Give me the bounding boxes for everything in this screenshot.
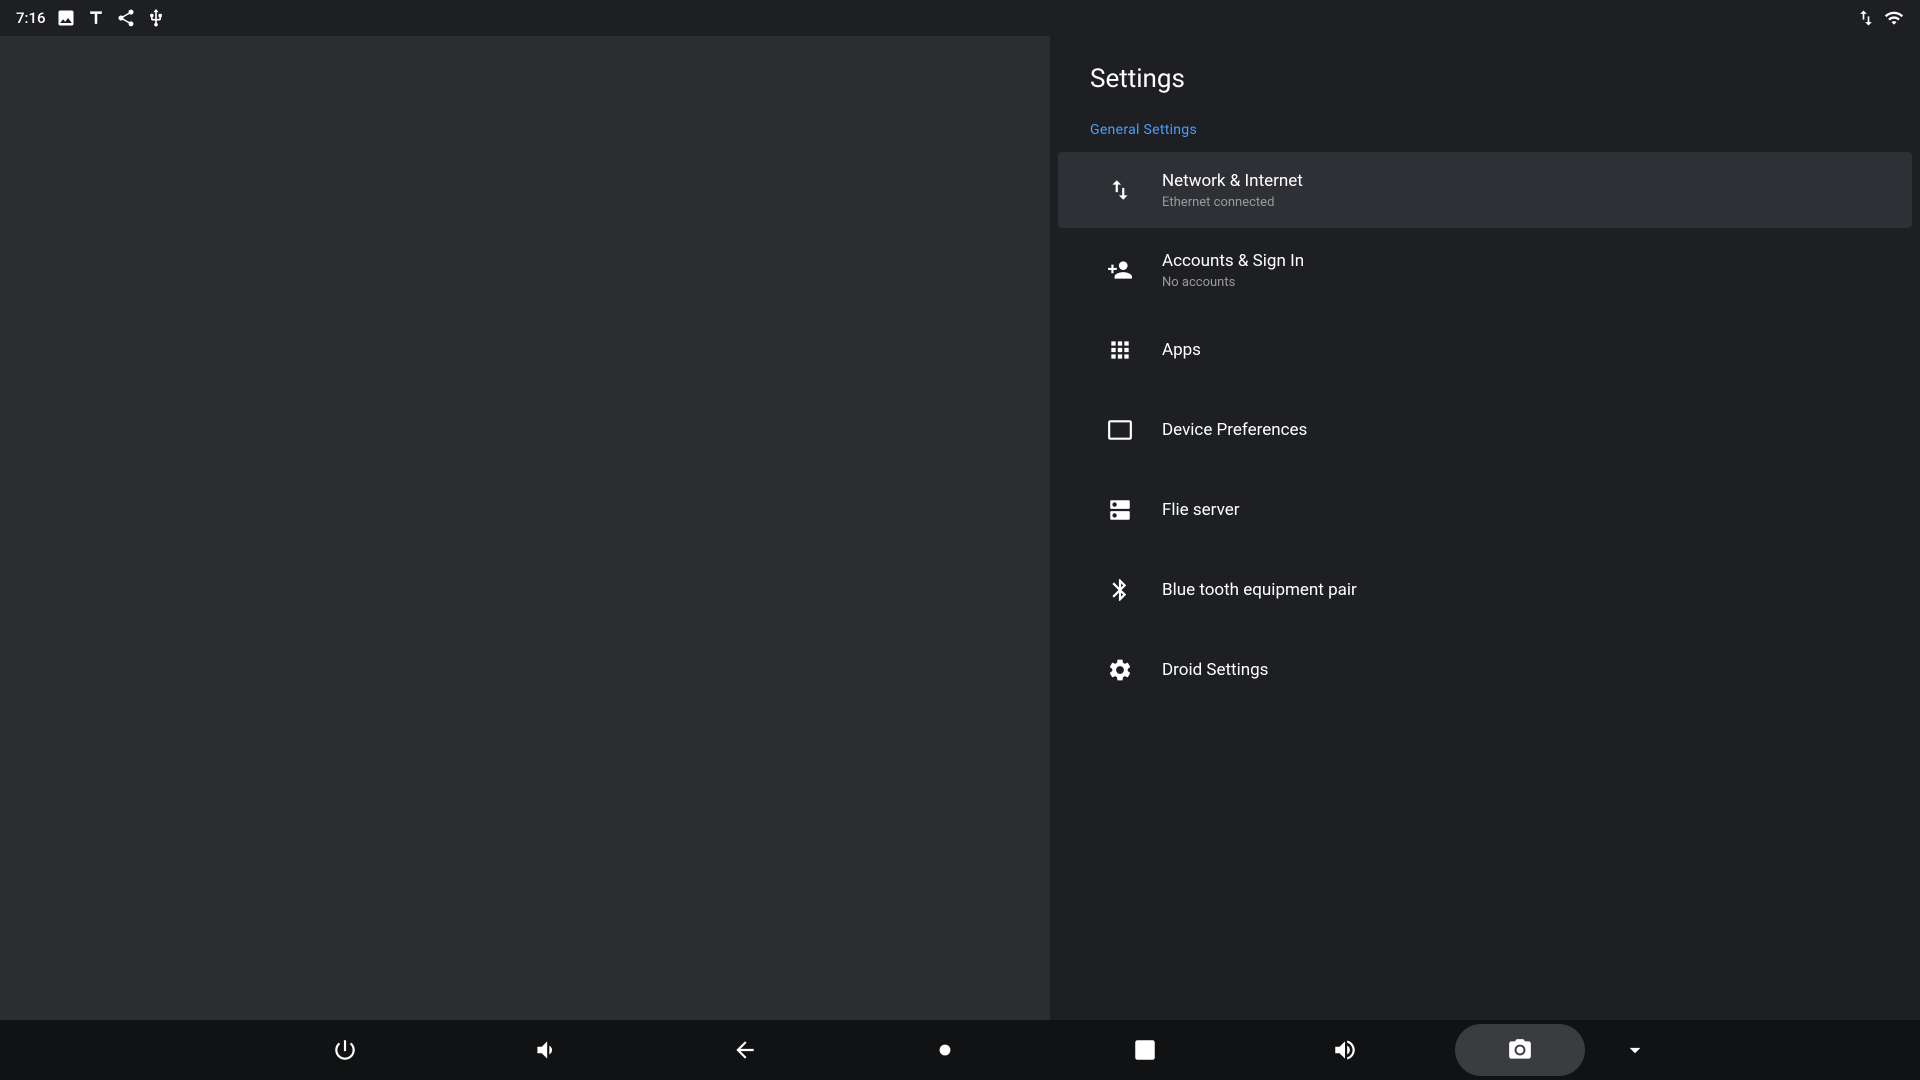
settings-item-accounts[interactable]: Accounts & Sign In No accounts [1058,232,1912,308]
bluetooth-icon [1098,568,1142,612]
power-button[interactable] [245,1020,445,1080]
apps-item-text: Apps [1162,339,1201,361]
device-item-text: Device Preferences [1162,419,1307,441]
stop-button[interactable] [1045,1020,1245,1080]
device-item-title: Device Preferences [1162,419,1307,441]
apps-icon [1098,328,1142,372]
signal-icon [1884,8,1904,28]
share-icon [116,8,136,28]
droid-item-title: Droid Settings [1162,659,1268,681]
bluetooth-item-title: Blue tooth equipment pair [1162,579,1357,601]
accounts-icon [1098,248,1142,292]
accounts-item-text: Accounts & Sign In No accounts [1162,250,1304,290]
network-item-text: Network & Internet Ethernet connected [1162,170,1303,210]
bluetooth-item-text: Blue tooth equipment pair [1162,579,1357,601]
device-icon [1098,408,1142,452]
accounts-item-title: Accounts & Sign In [1162,250,1304,272]
droid-item-text: Droid Settings [1162,659,1268,681]
main-area [0,36,1050,1040]
status-left: 7:16 [16,8,166,28]
fileserver-item-title: Flie server [1162,499,1240,521]
nav-bar [0,1020,1920,1080]
network-item-subtitle: Ethernet connected [1162,195,1303,210]
settings-item-apps[interactable]: Apps [1058,312,1912,388]
settings-item-fileserver[interactable]: Flie server [1058,472,1912,548]
dropdown-button[interactable] [1595,1020,1675,1080]
fileserver-item-text: Flie server [1162,499,1240,521]
gallery-icon [56,8,76,28]
camera-button[interactable] [1455,1024,1585,1076]
accounts-item-subtitle: No accounts [1162,275,1304,290]
fileserver-icon [1098,488,1142,532]
usb-icon [146,8,166,28]
settings-item-device[interactable]: Device Preferences [1058,392,1912,468]
settings-item-network[interactable]: Network & Internet Ethernet connected [1058,152,1912,228]
settings-panel: Settings General Settings Network & Inte… [1050,36,1920,1040]
network-icon [1098,168,1142,212]
general-settings-label: General Settings [1050,114,1920,150]
volume-down-button[interactable] [445,1020,645,1080]
time-display: 7:16 [16,9,46,27]
back-button[interactable] [645,1020,845,1080]
network-arrows-icon [1856,8,1876,28]
settings-item-bluetooth[interactable]: Blue tooth equipment pair [1058,552,1912,628]
volume-up-button[interactable] [1245,1020,1445,1080]
text-icon [86,8,106,28]
apps-item-title: Apps [1162,339,1201,361]
network-item-title: Network & Internet [1162,170,1303,192]
settings-title: Settings [1050,36,1920,114]
droid-icon [1098,648,1142,692]
status-right [1856,8,1904,28]
status-bar: 7:16 [0,0,1920,36]
settings-item-droid[interactable]: Droid Settings [1058,632,1912,708]
home-button[interactable] [845,1020,1045,1080]
